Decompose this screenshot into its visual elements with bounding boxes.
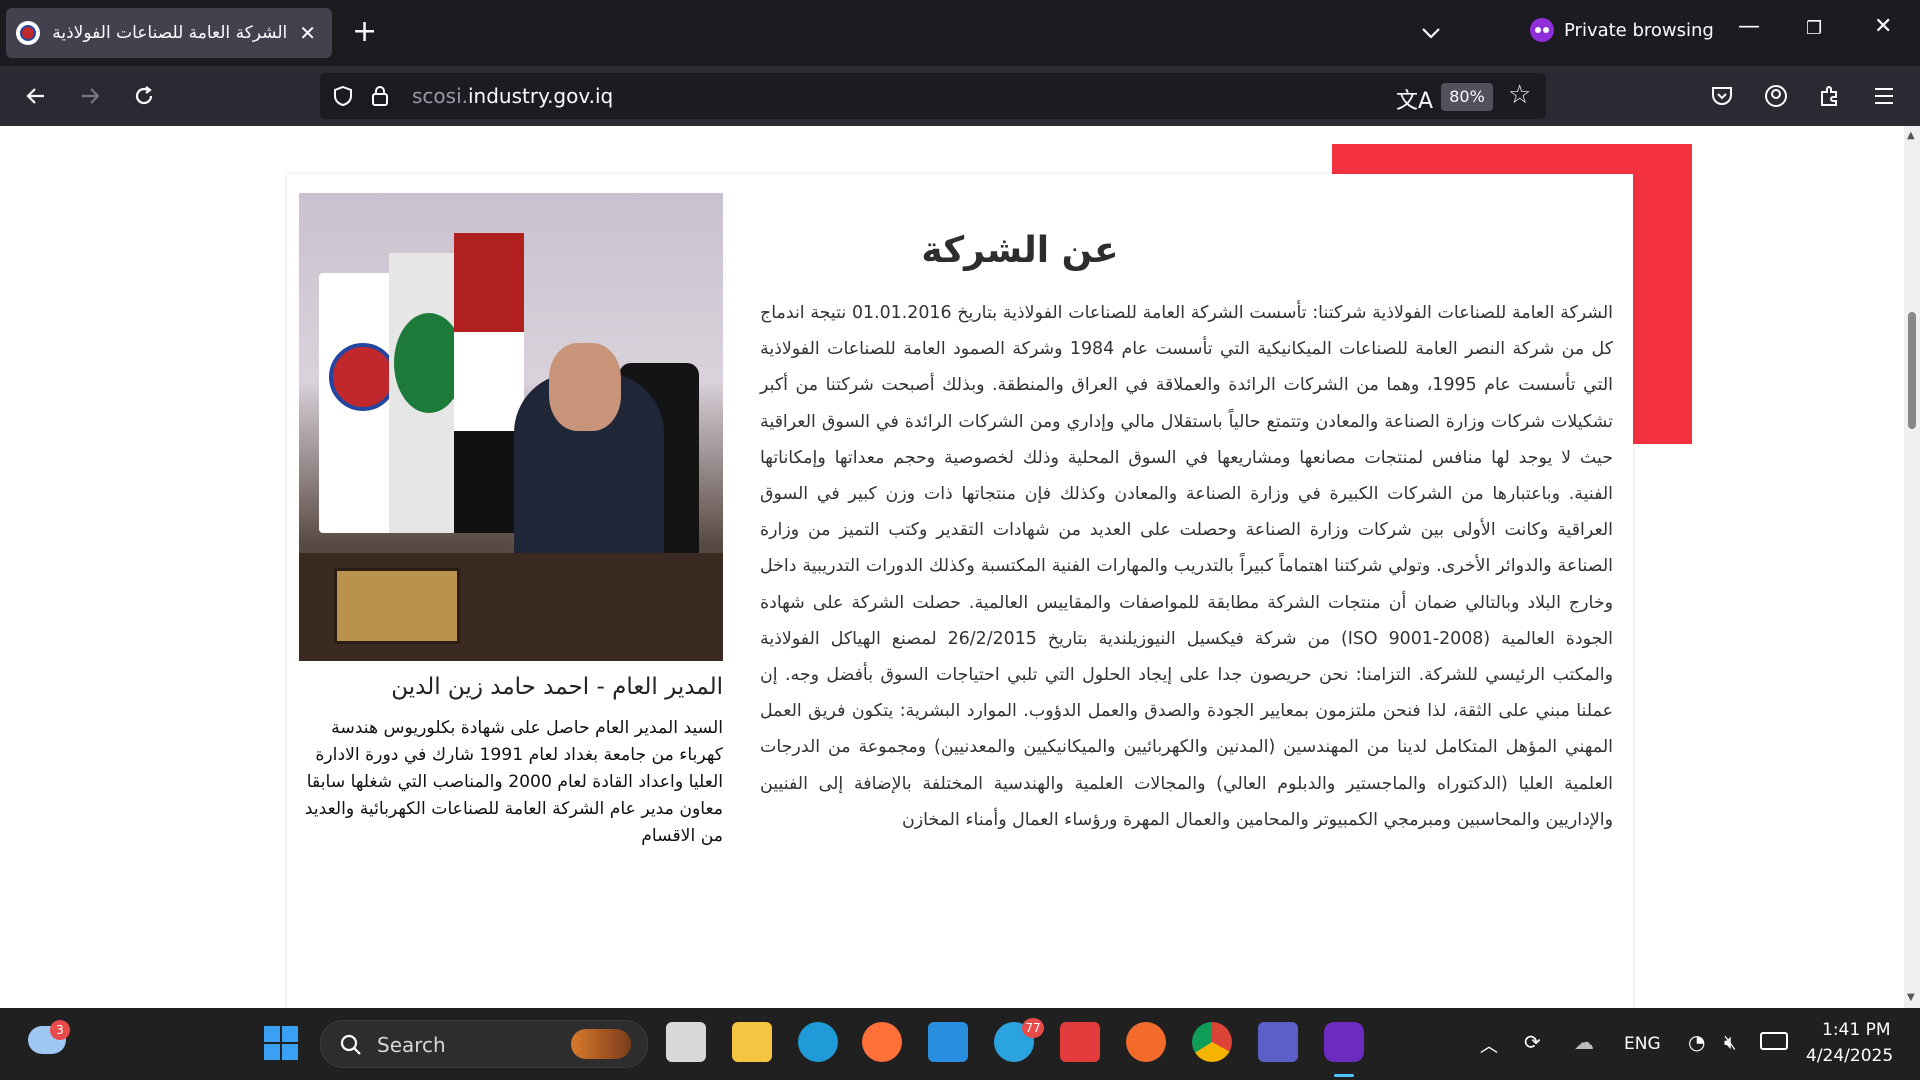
minimize-icon[interactable]: — xyxy=(1738,14,1760,39)
hamburger-menu-icon[interactable] xyxy=(1866,78,1902,114)
file-explorer-icon[interactable] xyxy=(732,1022,772,1062)
search-icon xyxy=(340,1034,361,1055)
volume-muted-icon[interactable]: 🔇︎ xyxy=(1724,1030,1737,1054)
language-indicator[interactable]: ENG xyxy=(1624,1034,1661,1054)
active-app-indicator xyxy=(1334,1074,1354,1077)
forward-arrow-icon[interactable] xyxy=(72,78,108,114)
translate-icon[interactable]: 文A xyxy=(1396,83,1433,115)
reload-icon[interactable] xyxy=(126,78,162,114)
account-icon[interactable] xyxy=(1758,78,1794,114)
lock-icon[interactable] xyxy=(370,84,390,108)
tray-chevron-up-icon[interactable]: ︿ xyxy=(1480,1032,1498,1058)
private-browsing-indicator: Private browsing xyxy=(1530,18,1714,42)
manager-name-heading: المدير العام - احمد حامد زين الدين xyxy=(391,674,723,700)
scrollbar-thumb[interactable] xyxy=(1908,312,1916,429)
scroll-up-arrow-icon[interactable]: ▲ xyxy=(1907,130,1915,141)
vscode-icon[interactable] xyxy=(928,1022,968,1062)
restore-icon[interactable]: ❐ xyxy=(1806,18,1822,39)
teams-icon[interactable] xyxy=(1258,1022,1298,1062)
page-scrollbar[interactable]: ▲ ▼ xyxy=(1904,126,1920,1008)
private-mask-icon xyxy=(1530,18,1554,42)
search-highlight-football-icon xyxy=(571,1029,631,1059)
telegram-badge: 77 xyxy=(1022,1018,1044,1038)
edge-browser-icon[interactable] xyxy=(798,1022,838,1062)
new-tab-plus-icon[interactable]: + xyxy=(352,14,377,50)
clock-time[interactable]: 1:41 PM xyxy=(1822,1020,1891,1040)
firefox-icon[interactable] xyxy=(862,1022,902,1062)
navigation-toolbar: scosi.industry.gov.iq 文A 80% ☆ xyxy=(0,66,1920,126)
about-company-title: عن الشركة xyxy=(921,230,1119,271)
tab-title: الشركة العامة للصناعات الفولاذية xyxy=(52,23,288,43)
pocket-icon[interactable] xyxy=(1704,78,1740,114)
back-arrow-icon[interactable] xyxy=(18,78,54,114)
anydesk-icon[interactable] xyxy=(1060,1022,1100,1062)
taskbar-search-box[interactable]: Search xyxy=(320,1020,648,1068)
search-label: Search xyxy=(377,1033,446,1057)
sync-icon[interactable]: ⟳ xyxy=(1524,1030,1541,1054)
postman-icon[interactable] xyxy=(1126,1022,1166,1062)
task-view-icon[interactable] xyxy=(666,1022,706,1062)
site-favicon-icon xyxy=(16,21,40,45)
battery-icon[interactable] xyxy=(1760,1032,1788,1050)
tab-close-icon[interactable]: ✕ xyxy=(299,21,316,45)
private-browsing-label: Private browsing xyxy=(1564,19,1714,41)
window-close-icon[interactable]: ✕ xyxy=(1874,14,1892,39)
general-manager-photo xyxy=(299,193,723,661)
address-bar[interactable]: scosi.industry.gov.iq 文A 80% ☆ xyxy=(320,73,1546,119)
browser-tab-bar: الشركة العامة للصناعات الفولاذية ✕ + Pri… xyxy=(0,0,1920,66)
onedrive-cloud-icon[interactable]: ☁ xyxy=(1574,1030,1594,1054)
windows-start-icon[interactable] xyxy=(264,1026,298,1060)
web-page-content: المدير العام - احمد حامد زين الدين السيد… xyxy=(0,126,1920,1008)
firefox-private-icon[interactable] xyxy=(1324,1022,1364,1062)
url-text[interactable]: scosi.industry.gov.iq xyxy=(412,84,613,108)
scroll-down-arrow-icon[interactable]: ▼ xyxy=(1907,992,1915,1003)
extensions-puzzle-icon[interactable] xyxy=(1812,78,1848,114)
wifi-icon[interactable]: ◔ xyxy=(1688,1030,1705,1054)
chrome-icon[interactable] xyxy=(1192,1022,1232,1062)
about-company-text: الشركة العامة للصناعات الفولاذية شركتنا:… xyxy=(760,303,1614,830)
bookmark-star-icon[interactable]: ☆ xyxy=(1508,80,1531,110)
active-tab[interactable]: الشركة العامة للصناعات الفولاذية ✕ xyxy=(6,8,332,58)
weather-badge: 3 xyxy=(50,1020,70,1040)
zoom-level-button[interactable]: 80% xyxy=(1441,83,1493,111)
manager-bio-text: السيد المدير العام حاصل على شهادة بكلوري… xyxy=(304,718,723,846)
windows-taskbar: 3 Search 77 ︿ ⟳ ☁ ENG ◔ 🔇︎ 1:41 PM 4/24/… xyxy=(0,1008,1920,1080)
clock-date[interactable]: 4/24/2025 xyxy=(1806,1046,1893,1066)
list-all-tabs-chevron-icon[interactable] xyxy=(1418,20,1444,46)
shield-tracking-icon[interactable] xyxy=(332,85,354,107)
